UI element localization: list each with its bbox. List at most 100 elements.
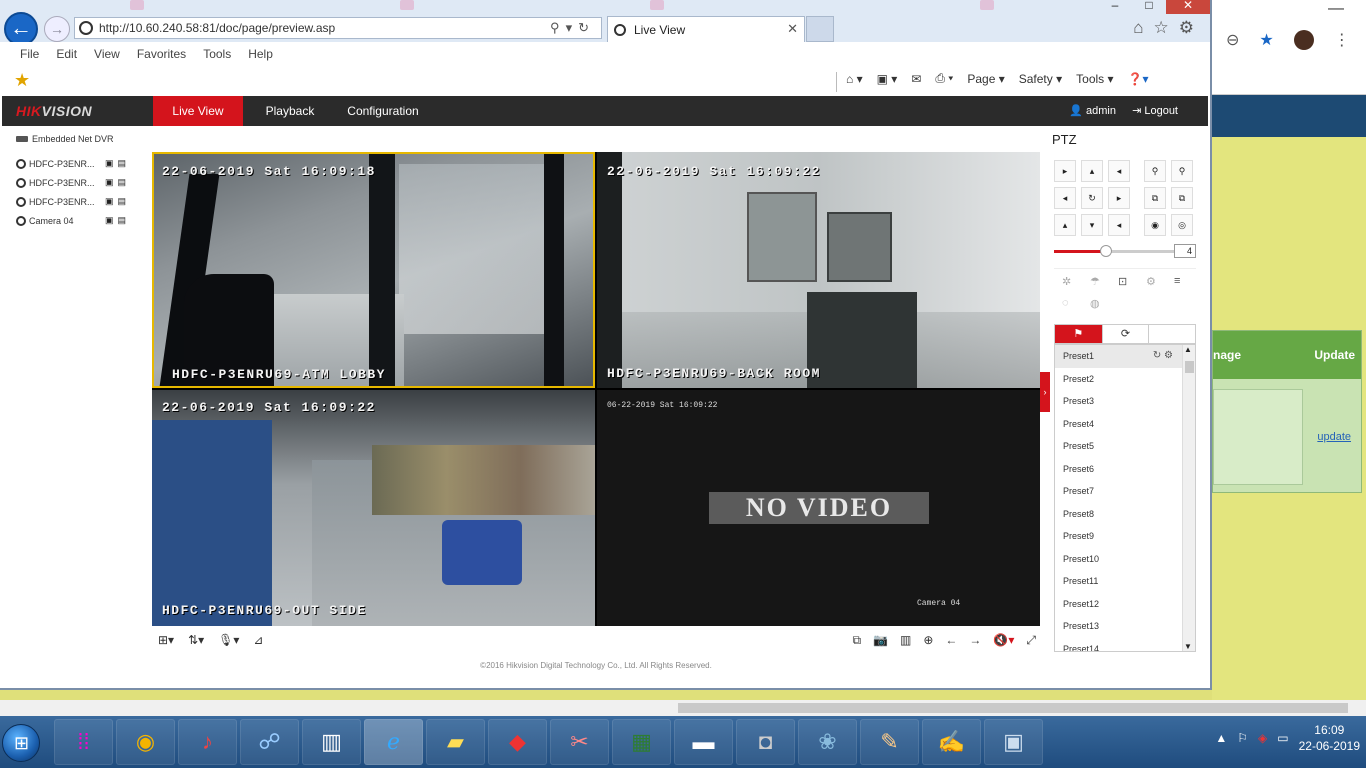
new-tab-button[interactable] — [806, 16, 834, 42]
menu-help[interactable]: Help — [248, 47, 273, 61]
volume-icon[interactable]: 🔇▾ — [993, 633, 1014, 648]
preset-row[interactable]: Preset5 — [1055, 435, 1195, 458]
zoom-out-icon[interactable]: ⚲ — [1144, 160, 1166, 182]
preset-row[interactable]: Preset4 — [1055, 413, 1195, 436]
wiper-icon[interactable]: ☂ — [1090, 275, 1100, 288]
start-button[interactable]: ⊞ — [2, 724, 40, 762]
favorites-icon[interactable]: ☆ — [1154, 18, 1169, 38]
record-icon[interactable]: ▣ — [105, 196, 114, 207]
explorer-icon[interactable]: ▥ — [302, 719, 361, 765]
record-all-icon[interactable]: ▥ — [900, 633, 911, 648]
video-tile-back-room[interactable]: 22-06-2019 Sat 16:09:22 HDFC-P3ENRU69-BA… — [597, 152, 1040, 388]
camera-item-4[interactable]: Camera 04 ▣ ▤ — [16, 211, 150, 230]
home-menu-icon[interactable]: ⌂ ▾ — [846, 72, 863, 86]
clock[interactable]: 16:09 22-06-2019 — [1299, 722, 1360, 754]
menu-icon[interactable]: ⋮ — [1334, 30, 1350, 50]
layout-icon[interactable]: ⊞▾ — [158, 633, 174, 647]
scroll-up-icon[interactable]: ▲ — [1184, 345, 1192, 354]
avatar[interactable] — [1293, 30, 1314, 50]
settings-icon[interactable]: ⚙ — [1179, 18, 1194, 38]
snipping-tool-icon[interactable]: ✂ — [550, 719, 609, 765]
nav-configuration[interactable]: Configuration — [338, 96, 428, 126]
menu-view[interactable]: View — [94, 47, 120, 61]
url-text[interactable]: http://10.60.240.58:81/doc/page/preview.… — [99, 21, 335, 35]
search-icon[interactable]: ⚲▾ — [550, 20, 578, 35]
stream-icon[interactable]: ▤ — [118, 215, 127, 226]
back-button[interactable]: ← — [4, 12, 38, 46]
network-status-icon[interactable]: ▭ — [1277, 731, 1288, 745]
tab-patrol[interactable]: ⟳ — [1101, 325, 1149, 343]
preset-row[interactable]: Preset12 — [1055, 593, 1195, 616]
print-icon[interactable]: ⎙ ▾ — [935, 71, 953, 86]
tools-menu[interactable]: Tools ▾ — [1076, 72, 1113, 86]
maximize-button[interactable]: □ — [1132, 0, 1166, 14]
tab-live-view[interactable]: Live View ✕ — [607, 16, 805, 42]
nav-playback[interactable]: Playback — [250, 96, 330, 126]
preset-row[interactable]: Preset3 — [1055, 390, 1195, 413]
comfort-app-icon[interactable]: ❀ — [798, 719, 857, 765]
tab-presets[interactable]: ⚑ — [1055, 325, 1102, 343]
excel-icon[interactable]: ▦ — [612, 719, 671, 765]
camera-item-3[interactable]: HDFC-P3ENR... ▣ ▤ — [16, 192, 150, 211]
zoom-icon[interactable]: ⊖ — [1226, 30, 1239, 50]
minimize-button[interactable]: — — [1328, 0, 1344, 18]
network-icon[interactable]: ☍ — [240, 719, 299, 765]
record-icon[interactable]: ▣ — [105, 158, 114, 169]
show-hidden-icons[interactable]: ▲ — [1215, 731, 1227, 745]
nav-live-view[interactable]: Live View — [153, 96, 243, 126]
camera-item-2[interactable]: HDFC-P3ENR... ▣ ▤ — [16, 173, 150, 192]
home-icon[interactable]: ⌂ — [1133, 18, 1143, 38]
feeds-icon[interactable]: ▣ ▾ — [877, 72, 898, 86]
collapse-panel-button[interactable]: › — [1040, 372, 1050, 412]
preset-row[interactable]: Preset2 — [1055, 368, 1195, 391]
record-icon[interactable]: ▣ — [105, 215, 114, 226]
focus-icon[interactable]: ⊡ — [1118, 275, 1127, 288]
digital-zoom-icon[interactable]: ⊕ — [923, 633, 933, 648]
ptz-right-button[interactable]: ▸ — [1108, 187, 1130, 209]
help-icon[interactable]: ❓▾ — [1128, 72, 1149, 86]
zoom-in-icon[interactable]: ⚲ — [1171, 160, 1193, 182]
scroll-down-icon[interactable]: ▼ — [1184, 642, 1192, 651]
page-menu[interactable]: Page ▾ — [967, 72, 1004, 86]
previous-page-icon[interactable]: ← — [945, 633, 957, 648]
preset-row[interactable]: Preset9 — [1055, 525, 1195, 548]
microphone-icon[interactable]: 🎙▾ — [218, 633, 239, 647]
ptz-speed-slider[interactable] — [1054, 250, 1174, 253]
preset-row[interactable]: Preset14 — [1055, 638, 1195, 652]
preset-row[interactable]: Preset6 — [1055, 458, 1195, 481]
ptz-toggle-icon[interactable]: ⊿ — [253, 633, 263, 647]
more-icon[interactable]: ≡ — [1174, 275, 1180, 287]
stream-icon[interactable]: ▤ — [118, 196, 127, 207]
camera-item-1[interactable]: HDFC-P3ENR... ▣ ▤ — [16, 154, 150, 173]
stream-icon[interactable]: ▤ — [118, 158, 127, 169]
light-icon[interactable]: ✲ — [1062, 275, 1071, 288]
menu-file[interactable]: File — [20, 47, 39, 61]
focus-far-icon[interactable]: ⧉ — [1171, 187, 1193, 209]
stream-icon[interactable]: ▤ — [118, 177, 127, 188]
anydesk-icon[interactable]: ◆ — [488, 719, 547, 765]
command-prompt-icon[interactable]: ▬ — [674, 719, 733, 765]
menu-favorites[interactable]: Favorites — [137, 47, 186, 61]
security-icon[interactable]: ◈ — [1258, 731, 1267, 745]
add-favorite-icon[interactable]: ★ — [14, 70, 30, 91]
minimize-button[interactable]: – — [1098, 0, 1132, 14]
preset-row[interactable]: Preset8 — [1055, 503, 1195, 526]
preset-row[interactable]: Preset13 — [1055, 615, 1195, 638]
horizontal-scrollbar[interactable] — [0, 700, 1366, 716]
ptz-up-button[interactable]: ▴ — [1081, 160, 1103, 182]
preset-scrollbar[interactable]: ▲ ▼ — [1182, 345, 1195, 651]
flag-icon[interactable]: ⚐ — [1237, 731, 1248, 745]
ptz-up-right-button[interactable]: ◂ — [1108, 160, 1130, 182]
preset-row[interactable]: Preset7 — [1055, 480, 1195, 503]
address-bar[interactable]: http://10.60.240.58:81/doc/page/preview.… — [74, 17, 602, 39]
iris-close-icon[interactable]: ◉ — [1144, 214, 1166, 236]
manual-track-icon[interactable]: ◍ — [1090, 297, 1100, 310]
remote-desktop-icon[interactable]: ▣ — [984, 719, 1043, 765]
aux-focus-icon[interactable]: ◌ — [1062, 297, 1069, 309]
stop-all-icon[interactable]: ⧉ — [852, 633, 861, 648]
forward-button[interactable]: → — [44, 16, 70, 42]
ptz-down-left-button[interactable]: ▴ — [1054, 214, 1076, 236]
preset-row[interactable]: Preset1 ↻ ⚙ — [1055, 345, 1195, 368]
video-tile-out-side[interactable]: 22-06-2019 Sat 16:09:22 HDFC-P3ENRU69-OU… — [152, 390, 595, 626]
close-button[interactable]: ✕ — [1166, 0, 1210, 14]
